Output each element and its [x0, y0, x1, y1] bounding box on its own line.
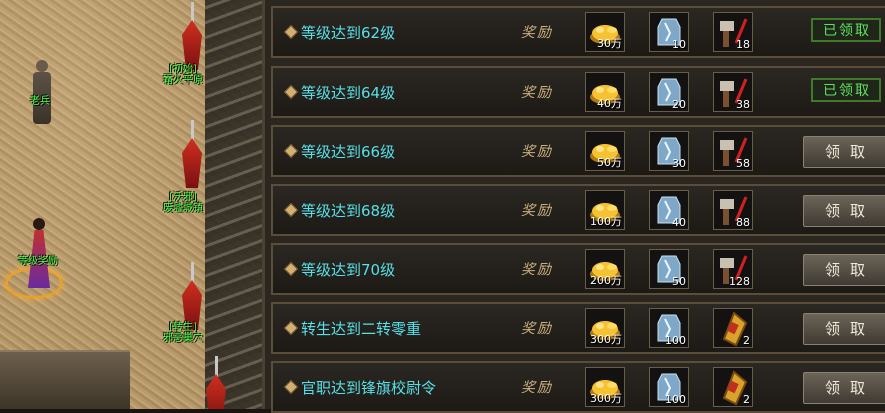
gold-ingot-slot[interactable]: 40万: [585, 72, 625, 112]
diamond-icon: [283, 24, 299, 40]
reward-label: 奖励: [521, 380, 553, 396]
reward-row: 等级达到68级 奖励 100万 40 88 领取: [271, 184, 885, 236]
reward-row: 官职达到锋旗校尉令 奖励 300万 100 2 领取: [271, 361, 885, 413]
reward-condition: 等级达到68级: [301, 202, 396, 220]
reward-label: 奖励: [521, 25, 553, 41]
reward-condition: 转生达到二转零重: [301, 320, 422, 338]
gold-ingot-slot[interactable]: 300万: [585, 308, 625, 348]
veteran-npc[interactable]: [32, 60, 54, 128]
reward-row: 等级达到70级 奖励 200万 50 128 领取: [271, 243, 885, 295]
npc-label-line: 邪恶巢穴: [163, 333, 203, 344]
reward-condition: 等级达到62级: [301, 24, 396, 42]
item-slot[interactable]: 18: [713, 12, 753, 52]
gem-amount: 20: [672, 98, 686, 111]
guard-npc-4[interactable]: [196, 356, 236, 409]
gem-slot[interactable]: 100: [649, 308, 689, 348]
item-amount: 38: [736, 98, 750, 111]
npc-label-evil-lair[interactable]: [转生] 邪恶巢穴: [163, 322, 203, 344]
item-amount: 58: [736, 157, 750, 170]
reward-condition: 等级达到64级: [301, 84, 396, 102]
item-amount: 18: [736, 38, 750, 51]
npc-label-line: [沃邪]: [169, 192, 197, 203]
gem-amount: 50: [672, 275, 686, 288]
item-slot[interactable]: 88: [713, 190, 753, 230]
npc-label-level-reward[interactable]: 等级奖励: [18, 256, 58, 267]
item-amount: 88: [736, 216, 750, 229]
guard-npc-1[interactable]: [172, 2, 212, 72]
reward-condition: 等级达到70级: [301, 261, 396, 279]
npc-label-line: 等级奖励: [18, 256, 58, 267]
reward-label: 奖励: [521, 144, 553, 160]
stone-wall: [0, 350, 130, 409]
npc-label-line: [转生]: [169, 322, 197, 333]
npc-label-ruin-town[interactable]: [沃邪] 废墟城镇: [163, 192, 203, 214]
claimed-button[interactable]: 已领取: [811, 18, 881, 42]
gem-slot[interactable]: 30: [649, 131, 689, 171]
claim-button[interactable]: 领取: [803, 372, 885, 404]
gold-amount: 300万: [590, 333, 622, 346]
reward-label: 奖励: [521, 321, 553, 337]
diamond-icon: [283, 202, 299, 218]
gold-amount: 30万: [597, 37, 622, 50]
diamond-icon: [283, 379, 299, 395]
level-reward-panel: 等级达到62级 奖励 30万 10 18 已领取 等级达到64级 奖励 40万 20 38 已领取 等级…: [262, 0, 885, 413]
gold-ingot-slot[interactable]: 300万: [585, 367, 625, 407]
claim-button[interactable]: 领取: [803, 313, 885, 345]
reward-row: 等级达到66级 奖励 50万 30 58 领取: [271, 125, 885, 177]
npc-label-line: 老兵: [30, 96, 50, 107]
gold-amount: 50万: [597, 156, 622, 169]
item-slot[interactable]: 38: [713, 72, 753, 112]
reward-condition: 官职达到锋旗校尉令: [301, 379, 437, 397]
npc-label-line: 废墟城镇: [163, 203, 203, 214]
npc-label-line: 霜火平原: [163, 75, 203, 86]
reward-row: 等级达到62级 奖励 30万 10 18 已领取: [271, 6, 885, 58]
guard-npc-2[interactable]: [172, 120, 212, 190]
npc-label-frost-plain[interactable]: [初始] 霜火平原: [163, 64, 203, 86]
item-slot[interactable]: 2: [713, 308, 753, 348]
gold-ingot-slot[interactable]: 30万: [585, 12, 625, 52]
level-reward-npc[interactable]: [26, 218, 52, 290]
gem-slot[interactable]: 50: [649, 249, 689, 289]
gold-ingot-slot[interactable]: 100万: [585, 190, 625, 230]
claim-button[interactable]: 领取: [803, 195, 885, 227]
dragon-statue: [205, 0, 262, 409]
reward-condition: 等级达到66级: [301, 143, 396, 161]
reward-label: 奖励: [521, 85, 553, 101]
gem-slot[interactable]: 40: [649, 190, 689, 230]
gold-ingot-slot[interactable]: 50万: [585, 131, 625, 171]
gold-ingot-slot[interactable]: 200万: [585, 249, 625, 289]
gold-amount: 100万: [590, 215, 622, 228]
diamond-icon: [283, 261, 299, 277]
gem-amount: 10: [672, 38, 686, 51]
gem-amount: 40: [672, 216, 686, 229]
game-world: 老兵 [初始] 霜火平原 [沃邪] 废墟城镇 等级奖励 [转生] 邪恶巢穴: [0, 0, 262, 409]
gem-slot[interactable]: 100: [649, 367, 689, 407]
reward-row: 等级达到64级 奖励 40万 20 38 已领取: [271, 66, 885, 118]
claim-button[interactable]: 领取: [803, 136, 885, 168]
item-slot[interactable]: 58: [713, 131, 753, 171]
gem-slot[interactable]: 10: [649, 12, 689, 52]
npc-label-line: [初始]: [169, 64, 197, 75]
item-slot[interactable]: 2: [713, 367, 753, 407]
claim-button[interactable]: 领取: [803, 254, 885, 286]
gold-amount: 200万: [590, 274, 622, 287]
item-amount: 128: [729, 275, 750, 288]
diamond-icon: [283, 320, 299, 336]
diamond-icon: [283, 84, 299, 100]
gold-amount: 40万: [597, 97, 622, 110]
item-slot[interactable]: 128: [713, 249, 753, 289]
item-amount: 2: [743, 334, 750, 347]
diamond-icon: [283, 143, 299, 159]
gem-slot[interactable]: 20: [649, 72, 689, 112]
reward-label: 奖励: [521, 262, 553, 278]
npc-label-veteran[interactable]: 老兵: [30, 96, 50, 107]
gold-amount: 300万: [590, 392, 622, 405]
item-amount: 2: [743, 393, 750, 406]
gem-amount: 100: [665, 393, 686, 406]
gem-amount: 100: [665, 334, 686, 347]
claimed-button[interactable]: 已领取: [811, 78, 881, 102]
reward-label: 奖励: [521, 203, 553, 219]
gem-amount: 30: [672, 157, 686, 170]
reward-row: 转生达到二转零重 奖励 300万 100 2 领取: [271, 302, 885, 354]
